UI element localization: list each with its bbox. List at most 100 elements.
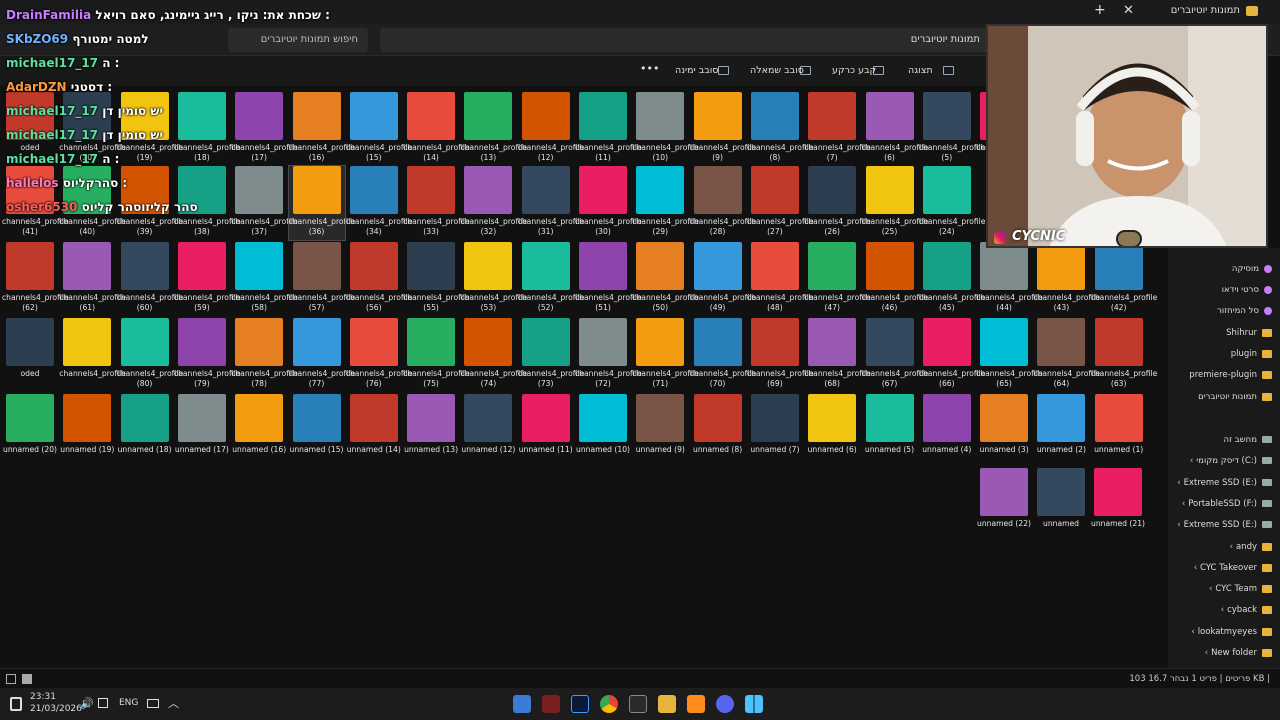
file-item[interactable]: channels4_profile (31)	[518, 166, 584, 240]
rotate-left-button[interactable]: סובב שמאלה	[750, 65, 804, 76]
file-item[interactable]: channels4_profile	[59, 318, 126, 392]
file-item[interactable]: channels4_profile (15)	[346, 92, 412, 166]
file-item[interactable]: channels4_profile (6)	[862, 92, 928, 166]
view-button[interactable]: תצוגה	[908, 65, 933, 76]
file-item[interactable]: channels4_profile (66)	[919, 318, 985, 392]
file-item[interactable]: channels4_profile (61)	[59, 242, 126, 316]
file-item[interactable]: channels4_profile (45)	[919, 242, 985, 316]
file-item[interactable]: channels4_profile (48)	[747, 242, 814, 316]
file-item[interactable]: channels4_profile (72)	[575, 318, 642, 392]
file-item[interactable]: channels4_profile (57)	[289, 242, 355, 316]
sidebar-item[interactable]: ‹ PortableSSD (F:)	[1182, 499, 1272, 509]
sidebar-item[interactable]: ‹ andy	[1230, 542, 1272, 552]
file-item[interactable]: channels4_profile (49)	[690, 242, 756, 316]
file-item[interactable]: channels4_profile (73)	[518, 318, 584, 392]
file-item[interactable]: channels4_profile (51)	[575, 242, 642, 316]
sidebar-item[interactable]: מחשב זה	[1224, 435, 1272, 445]
file-item[interactable]: channels4_profile (44)	[976, 242, 1043, 316]
file-item[interactable]: channels4_profile (36)	[287, 165, 355, 241]
clock-date[interactable]: 21/03/2026	[30, 704, 82, 714]
sidebar-item[interactable]: ‹ Extreme SSD (E:)	[1177, 520, 1272, 530]
file-item[interactable]: unnamed (3)	[976, 394, 1032, 468]
file-item[interactable]: unnamed (15)	[289, 394, 345, 468]
file-item[interactable]: channels4_profile (43)	[1033, 242, 1100, 316]
file-item[interactable]: unnamed (5)	[862, 394, 918, 468]
file-item[interactable]: channels4_profile (29)	[632, 166, 699, 240]
file-item[interactable]: channels4_profile (75)	[403, 318, 470, 392]
file-item[interactable]: channels4_profile (50)	[632, 242, 699, 316]
file-item[interactable]: channels4_profile (12)	[518, 92, 584, 166]
file-item[interactable]: channels4_profile (58)	[231, 242, 298, 316]
file-item[interactable]: channels4_profile (64)	[1033, 318, 1100, 392]
sidebar-item[interactable]: ‹ CYC Team	[1209, 584, 1272, 594]
tab-title[interactable]: תמונות יוטיוברים	[1171, 5, 1240, 16]
language-indicator[interactable]: ENG	[119, 698, 138, 708]
file-item[interactable]: channels4_profile (7)	[804, 92, 871, 166]
discord-icon[interactable]	[716, 695, 734, 713]
file-item[interactable]: channels4_profile (37)	[231, 166, 298, 240]
file-item[interactable]: channels4_profile (56)	[346, 242, 412, 316]
set-background-button[interactable]: קבע כרקע	[832, 65, 876, 76]
photoshop-icon[interactable]	[571, 695, 589, 713]
file-item[interactable]: channels4_profile (69)	[747, 318, 814, 392]
sidebar-item[interactable]: Shihrur	[1226, 328, 1272, 338]
file-item[interactable]: channels4_profile (59)	[174, 242, 241, 316]
sidebar-item[interactable]: ‹ דיסק מקומי (C:)	[1190, 456, 1272, 466]
file-item[interactable]: channels4_profile (28)	[690, 166, 756, 240]
file-item[interactable]: channels4_profile (52)	[518, 242, 584, 316]
file-item[interactable]: channels4_profile (55)	[403, 242, 470, 316]
file-item[interactable]: channels4_profile (18)	[174, 92, 241, 166]
file-item[interactable]: unnamed (22)	[976, 468, 1032, 542]
file-item[interactable]: channels4_profile (25)	[862, 166, 928, 240]
clock-time[interactable]: 23:31	[30, 692, 56, 702]
file-item[interactable]: unnamed (14)	[346, 394, 402, 468]
details-view-icon[interactable]	[6, 674, 16, 684]
sidebar-item[interactable]: סרטי וידאו	[1222, 285, 1272, 295]
file-item[interactable]: channels4_profile (63)	[1091, 318, 1157, 392]
file-item[interactable]: channels4_profile (42)	[1091, 242, 1157, 316]
file-item[interactable]: unnamed (18)	[117, 394, 173, 468]
file-item[interactable]: unnamed (21)	[1090, 468, 1146, 542]
file-item[interactable]: channels4_profile (80)	[117, 318, 183, 392]
file-item[interactable]: unnamed (8)	[690, 394, 746, 468]
new-tab-button[interactable]: +	[1094, 2, 1106, 18]
file-item[interactable]: unnamed (1)	[1091, 394, 1147, 468]
volume-icon[interactable]: 🔊	[80, 697, 94, 710]
file-item[interactable]: channels4_profile (13)	[460, 92, 527, 166]
notepad-icon[interactable]	[513, 695, 531, 713]
close-tab-button[interactable]: ✕	[1123, 3, 1134, 18]
file-item[interactable]: unnamed (6)	[804, 394, 860, 468]
sidebar-item[interactable]: plugin	[1231, 349, 1272, 359]
file-item[interactable]: channels4_profile (53)	[460, 242, 527, 316]
file-item[interactable]: channels4_profile (11)	[575, 92, 642, 166]
file-item[interactable]: channels4_profile (62)	[2, 242, 69, 316]
file-item[interactable]: channels4_profile (34)	[346, 166, 412, 240]
file-item[interactable]: unnamed (2)	[1033, 394, 1089, 468]
folder-app-icon[interactable]	[687, 695, 705, 713]
file-item[interactable]: channels4_profile (68)	[804, 318, 871, 392]
more-options-button[interactable]: •••	[640, 62, 659, 75]
sidebar-item[interactable]: ‹ Extreme SSD (E:)	[1177, 478, 1272, 488]
file-item[interactable]: channels4_profile (79)	[174, 318, 241, 392]
file-item[interactable]: channels4_profile (60)	[117, 242, 183, 316]
file-item[interactable]: channels4_profile (32)	[460, 166, 527, 240]
file-item[interactable]: channels4_profile (5)	[919, 92, 985, 166]
file-item[interactable]: channels4_profile (78)	[231, 318, 298, 392]
keyboard-icon[interactable]	[147, 699, 159, 708]
file-item[interactable]: unnamed (4)	[919, 394, 975, 468]
file-item[interactable]: unnamed	[1033, 468, 1089, 542]
chrome-icon[interactable]	[600, 695, 618, 713]
notification-icon[interactable]	[10, 697, 22, 711]
file-item[interactable]: channels4_profile (46)	[862, 242, 928, 316]
sidebar-item[interactable]: premiere-plugin	[1189, 370, 1272, 380]
file-item[interactable]: channels4_profile (17)	[231, 92, 298, 166]
file-item[interactable]: unnamed (11)	[518, 394, 574, 468]
file-item[interactable]: unnamed (16)	[231, 394, 287, 468]
file-item[interactable]: channels4_profile (76)	[346, 318, 412, 392]
network-icon[interactable]	[98, 698, 108, 708]
file-item[interactable]: channels4_profile (27)	[747, 166, 814, 240]
file-item[interactable]: unnamed (13)	[403, 394, 459, 468]
sidebar-item[interactable]: מוסיקה	[1232, 264, 1272, 274]
file-item[interactable]: channels4_profile (30)	[575, 166, 642, 240]
sidebar-item[interactable]: ‹ CYC Takeover	[1194, 563, 1272, 573]
